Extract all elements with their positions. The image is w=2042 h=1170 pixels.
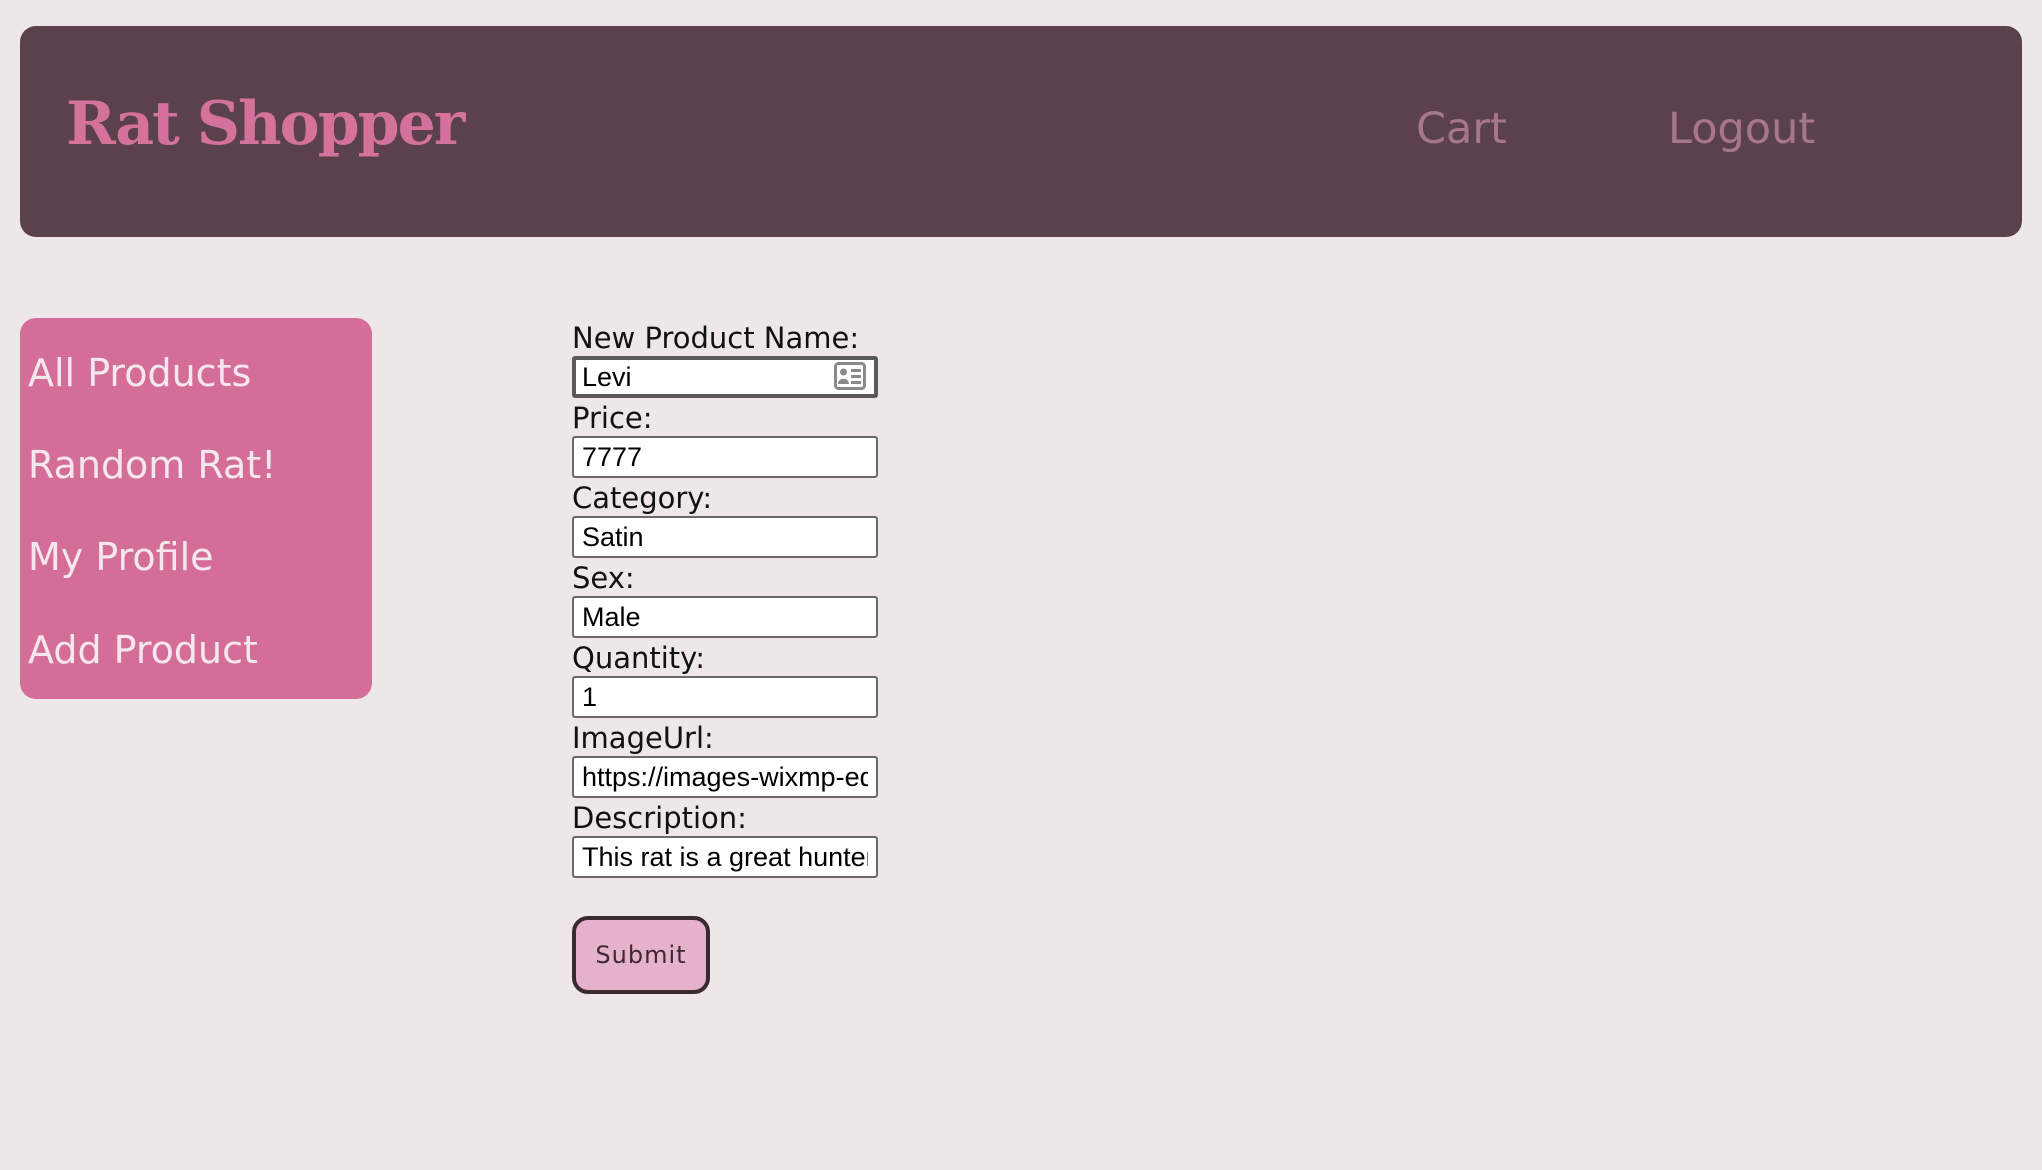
description-label: Description: (572, 801, 747, 835)
quantity-input[interactable] (572, 676, 878, 718)
product-name-label: New Product Name: (572, 321, 860, 355)
sex-label: Sex: (572, 561, 635, 595)
nav-cart-link[interactable]: Cart (1416, 108, 1507, 151)
price-input[interactable] (572, 436, 878, 478)
nav-logout-link[interactable]: Logout (1668, 108, 1815, 151)
category-label: Category: (572, 481, 713, 515)
sidebar-item-add-product[interactable]: Add Product (28, 631, 258, 669)
image-url-input[interactable] (572, 756, 878, 798)
price-label: Price: (572, 401, 653, 435)
sex-input[interactable] (572, 596, 878, 638)
add-product-form: New Product Name: Price: Category: Sex: … (572, 320, 892, 880)
quantity-label: Quantity: (572, 641, 705, 675)
sidebar-item-all-products[interactable]: All Products (28, 354, 251, 392)
category-input[interactable] (572, 516, 878, 558)
site-logo[interactable]: Rat Shopper (66, 94, 465, 154)
description-input[interactable] (572, 836, 878, 878)
site-header: Rat Shopper Cart Logout (20, 26, 2022, 237)
product-name-input[interactable] (572, 356, 878, 398)
image-url-label: ImageUrl: (572, 721, 714, 755)
sidebar-item-my-profile[interactable]: My Profile (28, 538, 214, 576)
sidebar-item-random-rat[interactable]: Random Rat! (28, 446, 276, 484)
submit-button[interactable]: Submit (572, 916, 710, 994)
